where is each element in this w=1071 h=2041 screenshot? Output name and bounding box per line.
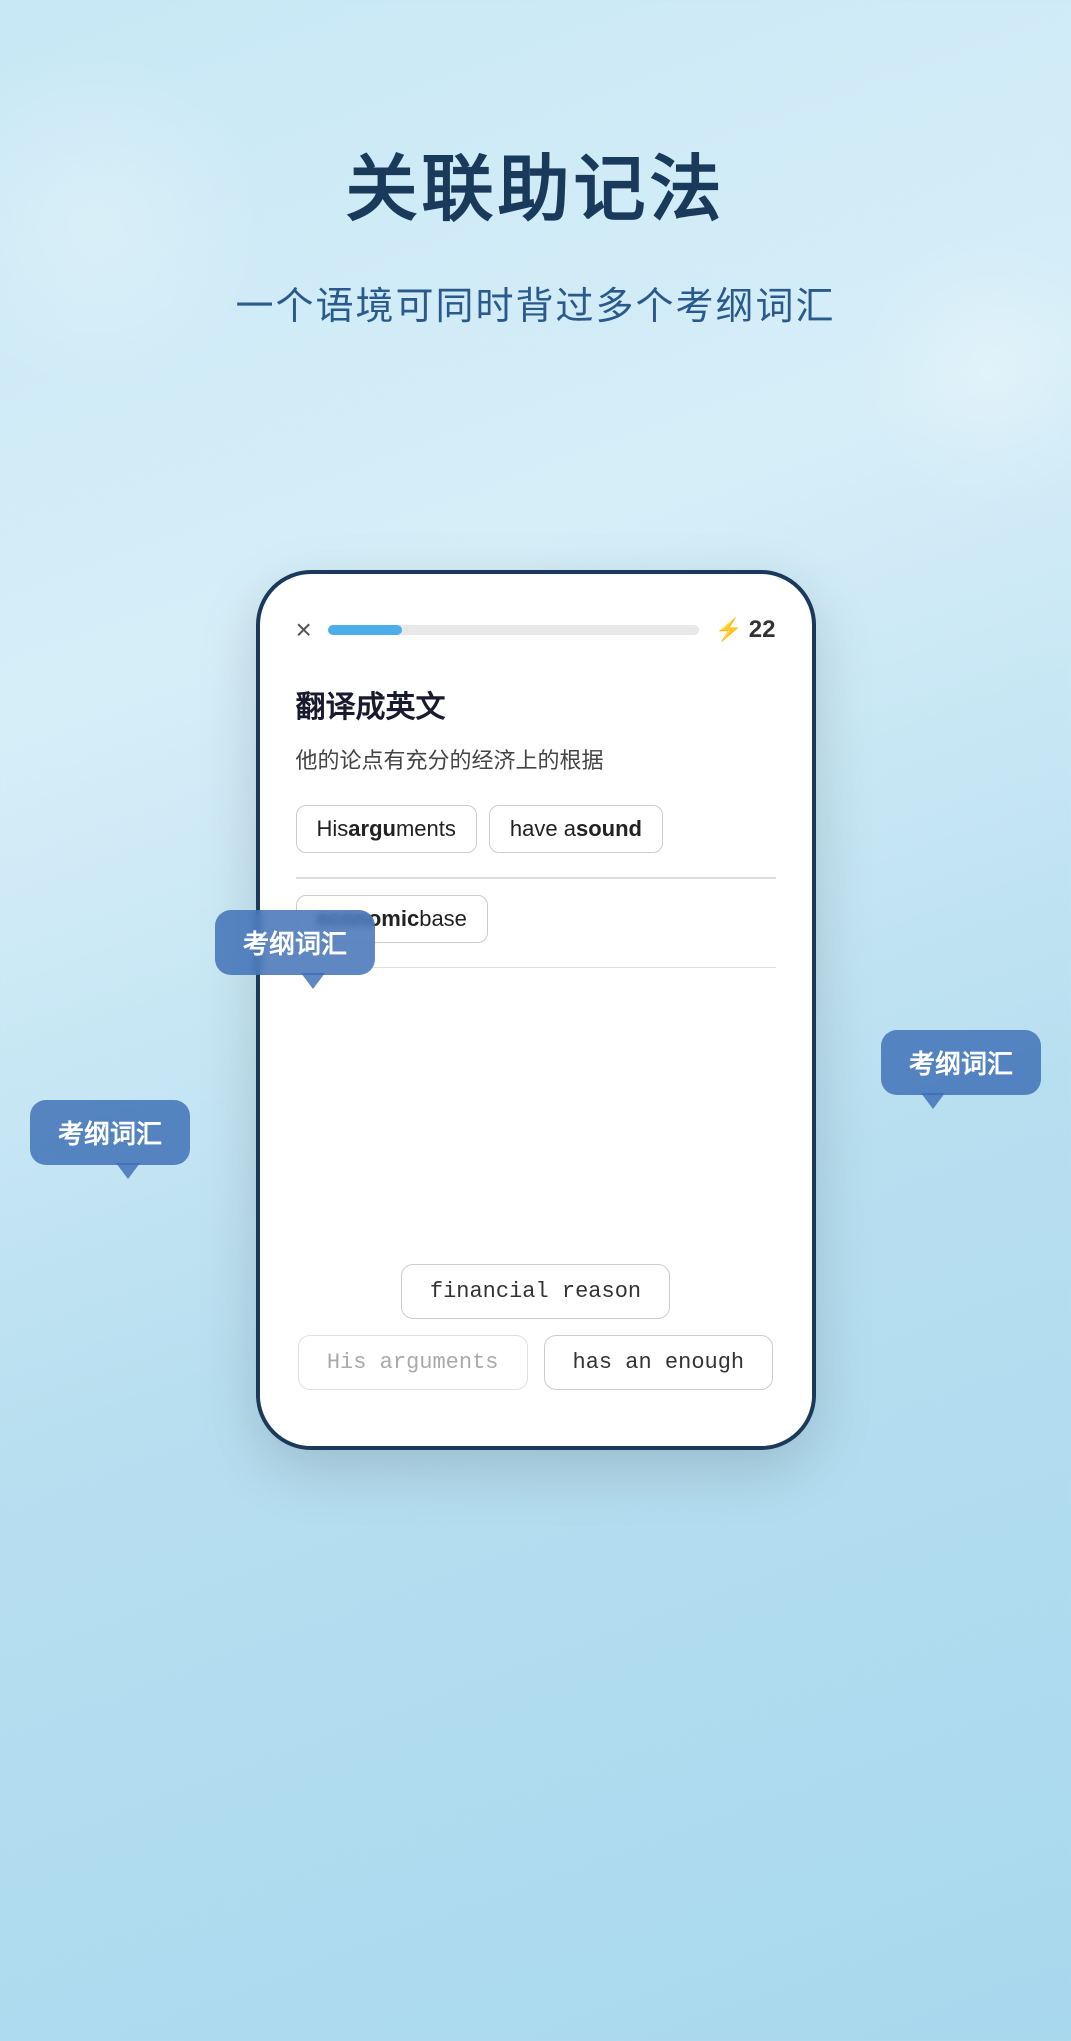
- tooltip-bubble-1: 考纲词汇: [215, 910, 375, 975]
- text-base: base: [419, 906, 467, 932]
- chinese-sentence: 他的论点有充分的经济上的根据: [296, 744, 776, 777]
- answer-line-1: His arguments have a sound: [296, 805, 776, 853]
- answer-chip-have-sound: have a sound: [489, 805, 663, 853]
- score-area: ⚡ 22: [715, 616, 775, 644]
- tooltip-bubble-3: 考纲词汇: [30, 1100, 190, 1165]
- phone-mockup: × ⚡ 22 翻译成英文 他的论点有充分的经济上的根据 His argument…: [256, 570, 816, 1450]
- text-have-a: have a: [510, 816, 576, 842]
- progress-bar-fill: [328, 625, 402, 635]
- choice-financial-reason[interactable]: financial reason: [401, 1264, 670, 1319]
- bottom-choices: financial reason His arguments has an en…: [260, 1240, 812, 1446]
- instruction-label: 翻译成英文: [296, 682, 776, 726]
- text-ments: ments: [396, 816, 456, 842]
- choices-row-1: financial reason: [296, 1264, 776, 1319]
- bold-sound: sound: [576, 816, 642, 842]
- progress-bar-background: [328, 625, 700, 635]
- phone-frame: × ⚡ 22 翻译成英文 他的论点有充分的经济上的根据 His argument…: [256, 570, 816, 1450]
- bg-decoration-circle-2: [851, 230, 1071, 510]
- choice-his-arguments[interactable]: His arguments: [298, 1335, 528, 1390]
- close-button[interactable]: ×: [296, 614, 312, 646]
- tooltip-bubble-2: 考纲词汇: [881, 1030, 1041, 1095]
- choice-has-an-enough[interactable]: has an enough: [544, 1335, 774, 1390]
- top-bar: × ⚡ 22: [296, 614, 776, 646]
- phone-inner: × ⚡ 22 翻译成英文 他的论点有充分的经济上的根据 His argument…: [260, 574, 812, 1446]
- choices-row-2: His arguments has an enough: [296, 1335, 776, 1390]
- bg-decoration-circle-1: [0, 50, 270, 400]
- score-value: 22: [749, 616, 776, 644]
- text-his: His: [317, 816, 349, 842]
- answer-chip-arguments: His arguments: [296, 805, 477, 853]
- lightning-icon: ⚡: [715, 617, 742, 643]
- line-divider-1: [296, 877, 776, 879]
- bold-arguments: argu: [348, 816, 396, 842]
